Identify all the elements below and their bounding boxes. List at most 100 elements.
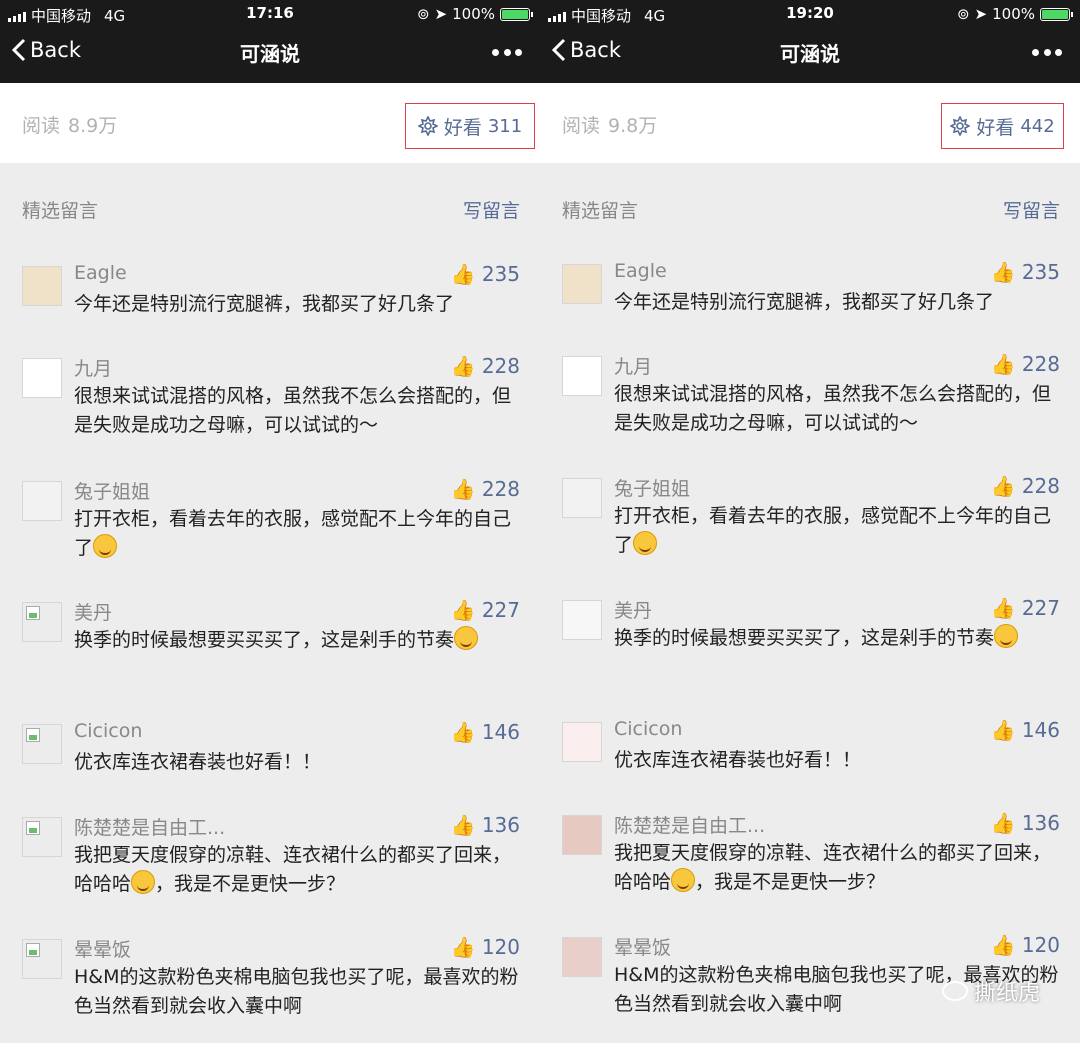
like-button[interactable]: 👍 228 [991,352,1060,376]
like-button[interactable]: 👍 136 [451,813,520,837]
read-number: 9.8万 [608,115,658,137]
orientation-lock-icon: ⊚ [416,5,430,23]
avatar [562,356,602,396]
like-button[interactable]: 👍 228 [991,474,1060,498]
like-count: 228 [481,354,520,378]
like-count: 120 [1021,933,1060,957]
flower-icon [950,116,971,136]
flower-icon [417,116,438,136]
read-count: 阅读 8.9万 [22,111,117,138]
avatar-placeholder [22,817,62,857]
like-button[interactable]: 👍 136 [991,811,1060,835]
comment-text-tail: ，我是不是更快一步？ [155,873,346,895]
cool-emoji-icon [633,531,658,555]
like-count: 146 [1021,718,1060,742]
avatar [562,937,602,977]
avatar-placeholder [22,602,62,642]
avatar [22,358,62,398]
battery-icon [500,7,533,21]
avatar [22,266,62,306]
thumbs-up-icon: 👍 [990,352,1016,376]
thumbs-up-icon: 👍 [990,596,1016,620]
comment-author: Cicicon [614,718,683,740]
like-count: 227 [481,598,520,622]
page-title: 可涵说 [240,42,300,66]
like-button[interactable]: 👍 227 [991,596,1060,620]
write-comment-button[interactable]: 写留言 [1003,196,1060,223]
like-button[interactable]: 👍 146 [991,718,1060,742]
thumbs-up-icon: 👍 [990,474,1016,498]
like-button[interactable]: 👍 228 [451,354,520,378]
read-label: 阅读 [22,115,61,137]
like-count: 227 [1021,596,1060,620]
thumbs-up-icon: 👍 [990,260,1016,284]
haokan-count: 442 [1020,115,1055,137]
like-button[interactable]: 👍 120 [991,933,1060,957]
avatar [562,722,602,762]
like-count: 120 [481,935,520,959]
thumbs-up-icon: 👍 [990,933,1016,957]
like-count: 136 [1021,811,1060,835]
comment-text-main: 打开衣柜，看着去年的衣服，感觉配不上今年的自己了 [74,508,512,559]
comment-text-tail: ，我是不是更快一步？ [695,871,886,893]
cool-emoji-icon [93,534,118,558]
more-button[interactable] [1032,42,1062,62]
battery-percent: 100% [452,5,495,23]
battery-percent: 100% [992,5,1035,23]
comment-text: 很想来试试混搭的风格，虽然我不怎么会搭配的，但是失败是成功之母嘛，可以试试的～ [614,383,1052,434]
smile-emoji-icon [131,870,156,894]
thumbs-up-icon: 👍 [450,720,476,744]
like-button[interactable]: 👍 120 [451,935,520,959]
wechat-logo-icon [941,981,968,1001]
comment-text-main: 换季的时候最想要买买买了，这是剁手的节奏 [74,629,455,651]
haokan-label: 好看 [443,116,482,139]
comment-author: Eagle [74,262,127,284]
thumbs-up-icon: 👍 [450,935,476,959]
status-bar: 中国移动 4G 19:20 ⊚ ➤ 100% [540,0,1080,28]
avatar [562,815,602,855]
comment-text: 优衣库连衣裙春装也好看！！ [614,749,862,771]
comment-author: 晕晕饭 [614,937,672,959]
avatar [562,600,602,640]
read-label: 阅读 [562,115,601,137]
comments-title: 精选留言 [562,200,639,222]
comment-author: Cicicon [74,720,143,742]
comments-header: 精选留言 写留言 [22,196,520,223]
comment-author: Eagle [614,260,667,282]
like-button[interactable]: 👍 146 [451,720,520,744]
like-button[interactable]: 👍 235 [991,260,1060,284]
comment-text-main: 打开衣柜，看着去年的衣服，感觉配不上今年的自己了 [614,505,1052,556]
comment-author: 陈楚楚是自由工... [74,817,226,839]
read-bar: 阅读 9.8万 好看 442 [540,83,1080,163]
thumbs-up-icon: 👍 [990,718,1016,742]
avatar-placeholder [22,724,62,764]
thumbs-up-icon: 👍 [450,262,476,286]
more-button[interactable] [492,42,522,62]
write-comment-button[interactable]: 写留言 [463,196,520,223]
like-count: 228 [481,477,520,501]
like-button[interactable]: 👍 235 [451,262,520,286]
nav-bar: Back 可涵说 [540,28,1080,83]
read-bar: 阅读 8.9万 好看 311 [0,83,540,163]
grin-emoji-icon [994,624,1019,648]
avatar [562,478,602,518]
comment-text: 打开衣柜，看着去年的衣服，感觉配不上今年的自己了 [74,505,520,563]
comments-title: 精选留言 [22,200,99,222]
haokan-button[interactable]: 好看 442 [941,103,1064,149]
like-count: 235 [1021,260,1060,284]
comments-header: 精选留言 写留言 [562,196,1060,223]
haokan-button[interactable]: 好看 311 [405,103,535,149]
watermark: 撕纸虎 [941,975,1040,1007]
comment-text: 换季的时候最想要买买买了，这是剁手的节奏 [74,626,520,655]
comment-text: 优衣库连衣裙春装也好看！！ [74,751,322,773]
read-count: 阅读 9.8万 [562,111,657,138]
comment-text: 今年还是特别流行宽腿裤，我都买了好几条了 [74,293,455,315]
like-button[interactable]: 👍 227 [451,598,520,622]
haokan-count: 311 [487,115,523,137]
like-button[interactable]: 👍 228 [451,477,520,501]
watermark-text: 撕纸虎 [973,981,1040,1006]
status-bar: 中国移动 4G 17:16 ⊚ ➤ 100% [0,0,540,28]
comment-author: 美丹 [614,600,653,622]
comment-text: 我把夏天度假穿的凉鞋、连衣裙什么的都买了回来，哈哈哈 ，我是不是更快一步？ [614,839,1060,897]
thumbs-up-icon: 👍 [450,813,476,837]
